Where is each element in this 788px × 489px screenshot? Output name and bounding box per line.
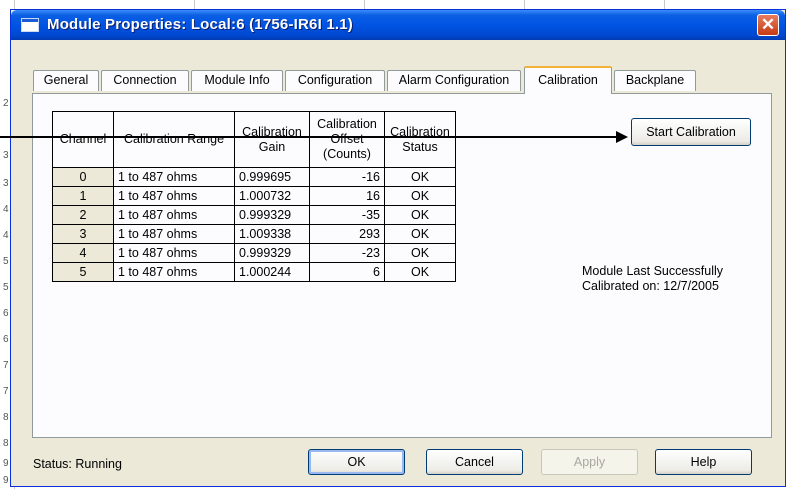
table-row[interactable]: 1 1 to 487 ohms 1.000732 16 OK: [52, 186, 456, 206]
background-row-number: 3: [3, 150, 9, 161]
channel-cell: 0: [52, 167, 114, 187]
background-cell: [194, 0, 365, 9]
status-cell: OK: [384, 262, 456, 282]
tab-general[interactable]: General: [33, 70, 99, 91]
last-calibration-line1: Module Last Successfully: [582, 264, 724, 278]
background-row-number: 9: [3, 458, 9, 469]
table-row[interactable]: 5 1 to 487 ohms 1.000244 6 OK: [52, 262, 456, 282]
last-calibration-line2: Calibrated on: 12/7/2005: [582, 279, 719, 293]
cancel-button[interactable]: Cancel: [426, 449, 523, 475]
annotation-arrow-line: [0, 136, 620, 138]
background-sheet-header: [0, 0, 788, 9]
tab-backplane[interactable]: Backplane: [614, 70, 696, 91]
tab-configuration[interactable]: Configuration: [285, 70, 385, 91]
range-cell: 1 to 487 ohms: [113, 186, 235, 206]
background-cell: [524, 0, 665, 9]
background-row-number: 3: [3, 178, 9, 189]
annotation-arrow-head: [616, 131, 628, 143]
offset-cell: -16: [309, 167, 385, 187]
background-cell: [364, 0, 525, 9]
column-header-channel: Channel: [52, 111, 114, 168]
table-row[interactable]: 0 1 to 487 ohms 0.999695 -16 OK: [52, 167, 456, 187]
range-cell: 1 to 487 ohms: [113, 262, 235, 282]
background-row-number: 6: [3, 308, 9, 319]
close-button[interactable]: ✕: [757, 14, 779, 36]
channel-cell: 2: [52, 205, 114, 225]
status-cell: OK: [384, 186, 456, 206]
offset-cell: -35: [309, 205, 385, 225]
range-cell: 1 to 487 ohms: [113, 205, 235, 225]
gain-cell: 1.000732: [234, 186, 310, 206]
last-calibration-info: Module Last Successfully Calibrated on: …: [582, 264, 723, 294]
help-button[interactable]: Help: [655, 449, 752, 475]
channel-cell: 4: [52, 243, 114, 263]
background-row-number: 8: [3, 412, 9, 423]
gain-cell: 0.999695: [234, 167, 310, 187]
tab-calibration[interactable]: Calibration: [524, 66, 612, 94]
table-row[interactable]: 4 1 to 487 ohms 0.999329 -23 OK: [52, 243, 456, 263]
background-row-number: 5: [3, 256, 9, 267]
channel-cell: 5: [52, 262, 114, 282]
background-row-number: 4: [3, 230, 9, 241]
column-header-range: Calibration Range: [113, 111, 235, 168]
offset-cell: 6: [309, 262, 385, 282]
gain-cell: 1.000244: [234, 262, 310, 282]
channel-cell: 3: [52, 224, 114, 244]
background-row-number: 8: [3, 438, 9, 449]
offset-cell: -23: [309, 243, 385, 263]
background-row-number: 2: [3, 98, 9, 109]
status-cell: OK: [384, 205, 456, 225]
offset-cell: 16: [309, 186, 385, 206]
background-row-number: 4: [3, 204, 9, 215]
window-icon: [21, 18, 39, 32]
window-title: Module Properties: Local:6 (1756-IR6I 1.…: [47, 16, 353, 33]
range-cell: 1 to 487 ohms: [113, 224, 235, 244]
tab-alarm-configuration[interactable]: Alarm Configuration: [387, 70, 521, 91]
background-row-number: 7: [3, 360, 9, 371]
table-header-row: Channel Calibration Range Calibration Ga…: [52, 111, 456, 168]
status-cell: OK: [384, 224, 456, 244]
apply-button[interactable]: Apply: [541, 449, 638, 475]
title-bar[interactable]: Module Properties: Local:6 (1756-IR6I 1.…: [11, 10, 785, 40]
gain-cell: 0.999329: [234, 205, 310, 225]
status-cell: OK: [384, 167, 456, 187]
gain-cell: 1.009338: [234, 224, 310, 244]
gain-cell: 0.999329: [234, 243, 310, 263]
start-calibration-button[interactable]: Start Calibration: [631, 118, 751, 146]
offset-cell: 293: [309, 224, 385, 244]
column-header-status: Calibration Status: [384, 111, 456, 168]
background-row-number: 7: [3, 386, 9, 397]
status-cell: OK: [384, 243, 456, 263]
column-header-offset: Calibration Offset (Counts): [309, 111, 385, 168]
table-row[interactable]: 3 1 to 487 ohms 1.009338 293 OK: [52, 224, 456, 244]
background-cell: [14, 0, 195, 9]
background-row-number: 9: [3, 475, 9, 486]
channel-cell: 1: [52, 186, 114, 206]
range-cell: 1 to 487 ohms: [113, 167, 235, 187]
background-row-number: 5: [3, 282, 9, 293]
range-cell: 1 to 487 ohms: [113, 243, 235, 263]
ok-button[interactable]: OK: [308, 449, 405, 475]
tab-connection[interactable]: Connection: [101, 70, 189, 91]
tab-module-info[interactable]: Module Info: [191, 70, 283, 91]
table-row[interactable]: 2 1 to 487 ohms 0.999329 -35 OK: [52, 205, 456, 225]
status-text: Status: Running: [33, 457, 122, 471]
background-row-number: 6: [3, 334, 9, 345]
column-header-gain: Calibration Gain: [234, 111, 310, 168]
